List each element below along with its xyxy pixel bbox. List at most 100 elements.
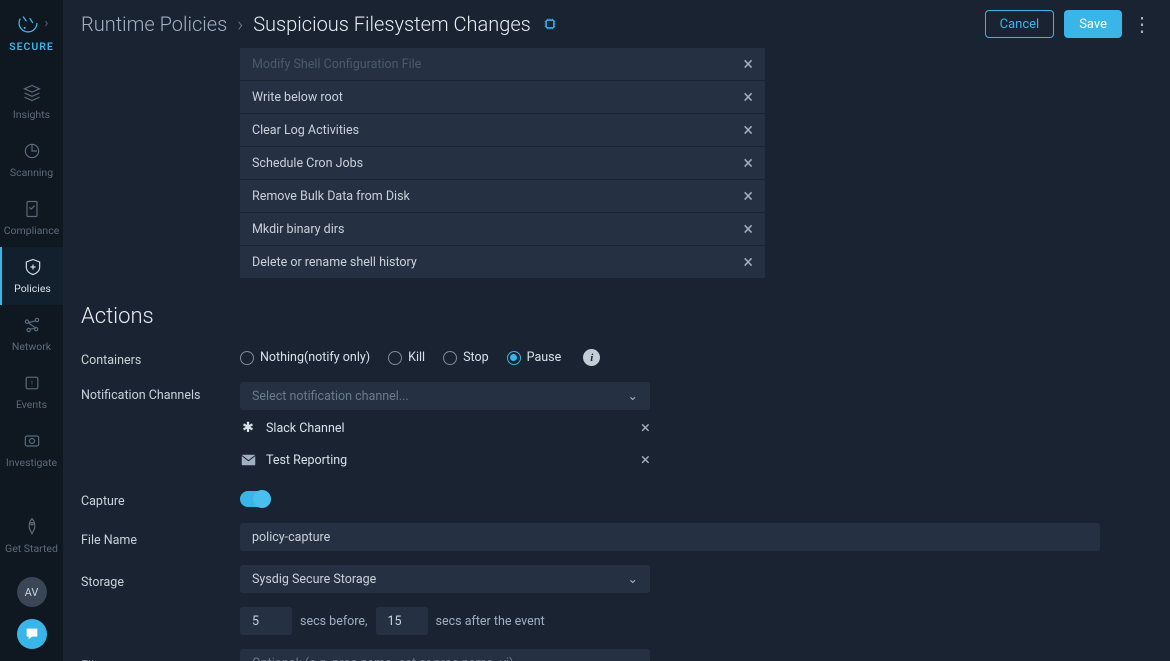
avatar[interactable]: AV <box>17 577 47 607</box>
sidebar-item-label: Investigate <box>6 456 57 469</box>
filter-label: Filter <box>81 653 240 661</box>
secs-after-input[interactable] <box>376 607 428 635</box>
chevron-right-icon: › <box>237 12 243 36</box>
gear-icon[interactable] <box>541 15 559 33</box>
rule-label: Mkdir binary dirs <box>252 222 344 237</box>
rule-label: Remove Bulk Data from Disk <box>252 189 410 204</box>
notification-channels-label: Notification Channels <box>81 382 240 403</box>
channel-row: ✱ Slack Channel × <box>240 414 650 442</box>
rule-row[interactable]: Delete or rename shell history × <box>240 246 765 278</box>
chevron-down-icon: ⌄ <box>628 388 638 404</box>
radio-icon <box>507 351 521 365</box>
investigate-icon <box>21 430 43 452</box>
remove-rule-icon[interactable]: × <box>735 186 753 207</box>
sidebar-item-scanning[interactable]: Scanning <box>0 131 63 189</box>
radio-label: Kill <box>408 350 425 365</box>
containers-label: Containers <box>81 347 240 368</box>
main: Runtime Policies › Suspicious Filesystem… <box>63 0 1170 661</box>
secs-after-label: secs after the event <box>436 614 545 629</box>
notification-channel-select[interactable]: Select notification channel... ⌄ <box>240 382 650 410</box>
compliance-icon <box>21 198 43 220</box>
filter-input[interactable] <box>240 649 650 661</box>
storage-select[interactable]: Sysdig Secure Storage ⌄ <box>240 565 650 593</box>
rule-row[interactable]: Remove Bulk Data from Disk × <box>240 180 765 212</box>
rule-label: Write below root <box>252 90 343 105</box>
network-icon <box>21 314 43 336</box>
remove-channel-icon[interactable]: × <box>641 418 650 438</box>
chat-icon <box>24 626 40 642</box>
sidebar-item-label: Events <box>16 398 47 411</box>
remove-rule-icon[interactable]: × <box>735 153 753 174</box>
radio-label: Pause <box>527 350 562 365</box>
rule-list: Modify Shell Configuration File × Write … <box>240 48 765 278</box>
rule-label: Clear Log Activities <box>252 123 359 138</box>
containers-radio-group: Nothing(notify only) Kill Stop Pause i <box>240 349 600 366</box>
breadcrumb-leaf: Suspicious Filesystem Changes <box>253 12 531 36</box>
breadcrumb: Runtime Policies › Suspicious Filesystem… <box>81 12 559 36</box>
info-icon[interactable]: i <box>583 349 600 366</box>
radio-stop[interactable]: Stop <box>443 350 489 365</box>
remove-rule-icon[interactable]: × <box>735 252 753 273</box>
brand-label: SECURE <box>9 40 54 53</box>
events-icon: ! <box>21 372 43 394</box>
storage-label: Storage <box>81 569 240 590</box>
sidebar-item-label: Network <box>12 340 51 353</box>
svg-text:!: ! <box>31 379 33 388</box>
radio-icon <box>388 351 402 365</box>
chevron-down-icon: ⌄ <box>628 571 638 587</box>
filename-label: File Name <box>81 527 240 548</box>
rule-label: Schedule Cron Jobs <box>252 156 363 171</box>
logo[interactable]: › <box>15 10 49 36</box>
capture-label: Capture <box>81 488 240 509</box>
sidebar-item-compliance[interactable]: Compliance <box>0 189 63 247</box>
logo-chevron-icon: › <box>45 16 49 31</box>
scanning-icon <box>21 140 43 162</box>
radio-icon <box>443 351 457 365</box>
radio-label: Stop <box>463 350 489 365</box>
save-button[interactable]: Save <box>1064 10 1122 38</box>
remove-channel-icon[interactable]: × <box>641 450 650 470</box>
radio-nothing[interactable]: Nothing(notify only) <box>240 350 370 365</box>
sidebar-item-network[interactable]: Network <box>0 305 63 363</box>
sidebar-item-label: Policies <box>14 282 51 295</box>
cancel-button[interactable]: Cancel <box>985 10 1055 38</box>
remove-rule-icon[interactable]: × <box>735 219 753 240</box>
channel-name: Slack Channel <box>266 421 345 436</box>
capture-toggle[interactable] <box>240 491 270 507</box>
rule-row[interactable]: Schedule Cron Jobs × <box>240 147 765 179</box>
sidebar-item-policies[interactable]: Policies <box>0 247 63 305</box>
remove-rule-icon[interactable]: × <box>735 87 753 108</box>
rule-row[interactable]: Clear Log Activities × <box>240 114 765 146</box>
rule-row[interactable]: Write below root × <box>240 81 765 113</box>
sidebar-item-label: Insights <box>13 108 50 121</box>
radio-icon <box>240 351 254 365</box>
policies-icon <box>22 256 44 278</box>
rule-row[interactable]: Mkdir binary dirs × <box>240 213 765 245</box>
sidebar-item-get-started[interactable]: Get Started <box>0 507 63 565</box>
insights-icon <box>21 82 43 104</box>
sidebar-item-investigate[interactable]: Investigate <box>0 421 63 479</box>
kebab-menu[interactable]: ⋮ <box>1132 19 1152 29</box>
radio-pause[interactable]: Pause <box>507 350 562 365</box>
content: Modify Shell Configuration File × Write … <box>63 48 1170 661</box>
rocket-icon <box>21 516 43 538</box>
remove-rule-icon[interactable]: × <box>735 120 753 141</box>
filename-input[interactable] <box>240 523 1100 551</box>
sidebar-item-label: Scanning <box>10 166 53 179</box>
remove-rule-icon[interactable]: × <box>735 54 753 75</box>
rule-label: Modify Shell Configuration File <box>252 57 421 72</box>
chat-button[interactable] <box>17 619 47 649</box>
rule-label: Delete or rename shell history <box>252 255 417 270</box>
secs-before-label: secs before, <box>300 614 368 629</box>
sidebar-item-insights[interactable]: Insights <box>0 73 63 131</box>
sidebar-item-events[interactable]: ! Events <box>0 363 63 421</box>
channel-name: Test Reporting <box>266 453 347 468</box>
radio-kill[interactable]: Kill <box>388 350 425 365</box>
secs-before-input[interactable] <box>240 607 292 635</box>
sidebar: › SECURE Insights Scanning Compliance Po… <box>0 0 63 661</box>
rule-row[interactable]: Modify Shell Configuration File × <box>240 48 765 80</box>
select-placeholder: Select notification channel... <box>252 389 409 404</box>
channel-row: Test Reporting × <box>240 446 650 474</box>
breadcrumb-root[interactable]: Runtime Policies <box>81 12 227 36</box>
actions-heading: Actions <box>81 304 1152 329</box>
